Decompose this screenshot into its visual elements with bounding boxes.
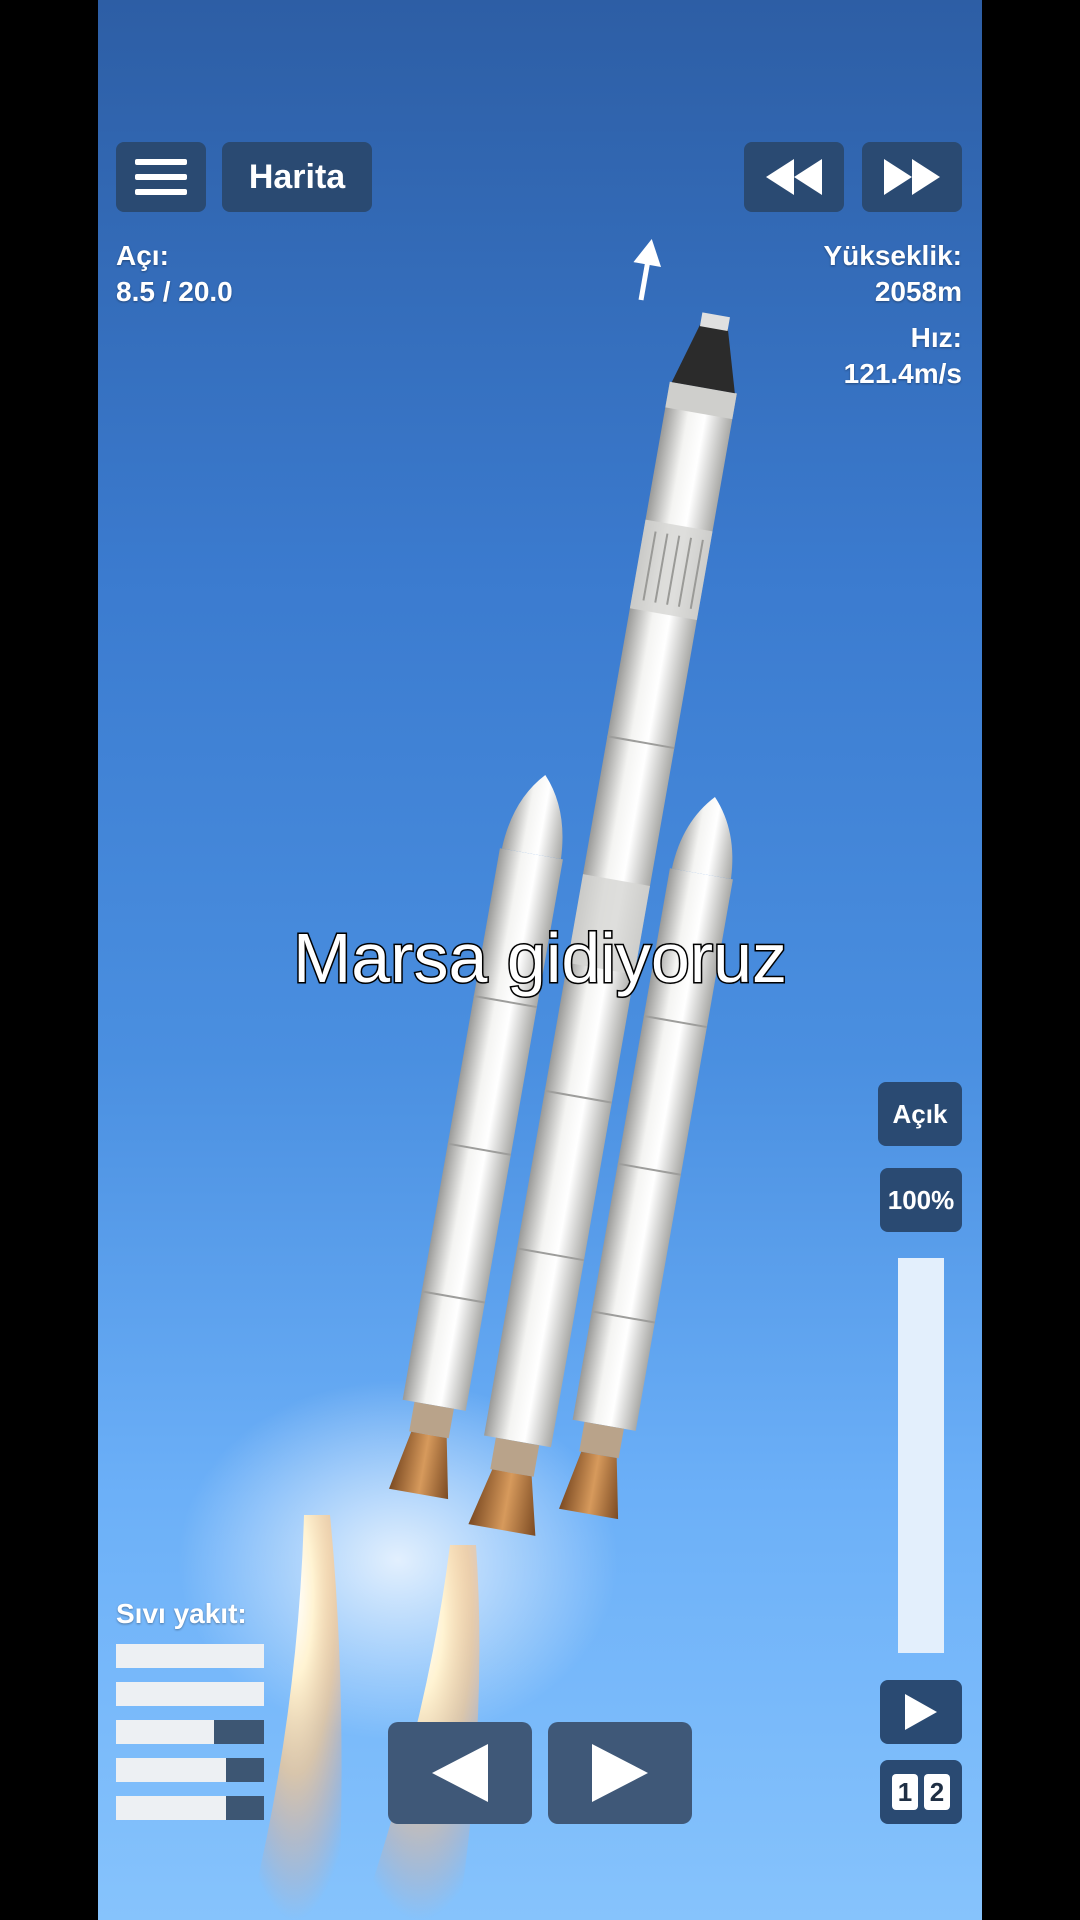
fuel-tank-bar: [116, 1682, 264, 1706]
stage-number-2: 2: [924, 1774, 950, 1810]
time-slow-button[interactable]: [744, 142, 844, 212]
rotate-right-button[interactable]: [548, 1722, 692, 1824]
heading-arrow: [633, 238, 662, 301]
fuel-tank-fill: [225, 1796, 264, 1820]
time-fast-button[interactable]: [862, 142, 962, 212]
fast-forward-icon: [884, 159, 940, 195]
altitude-label: Yükseklik:: [823, 240, 962, 271]
game-viewport: Harita Açı: 8.5 / 20.0 Yükseklik: 2058m …: [98, 0, 982, 1920]
fuel-tank-fill: [225, 1758, 264, 1782]
triangle-left-icon: [432, 1744, 488, 1802]
stage-number-1: 1: [892, 1774, 918, 1810]
speed-value: 121.4m/s: [843, 358, 962, 389]
fuel-tank-bar: [116, 1758, 264, 1782]
rotate-left-button[interactable]: [388, 1722, 532, 1824]
map-button[interactable]: Harita: [222, 142, 372, 212]
fuel-tank-bar: [116, 1796, 264, 1820]
throttle-percent-label: 100%: [887, 1184, 955, 1215]
video-caption: Marsa gidiyoruz: [291, 918, 788, 999]
angle-readout: Açı: 8.5 / 20.0: [116, 238, 233, 310]
rewind-icon: [766, 159, 822, 195]
throttle-percent-button[interactable]: 100%: [880, 1168, 962, 1232]
speed-label: Hız:: [910, 322, 962, 353]
hamburger-icon: [135, 159, 187, 195]
stage-button[interactable]: [880, 1680, 962, 1744]
fuel-tank-bar: [116, 1644, 264, 1668]
fuel-label: Sıvı yakıt:: [116, 1598, 247, 1629]
stage-selector[interactable]: 1 2: [880, 1760, 962, 1824]
menu-button[interactable]: [116, 142, 206, 212]
map-button-label: Harita: [248, 157, 346, 196]
play-icon: [905, 1694, 937, 1730]
angle-value: 8.5 / 20.0: [116, 276, 233, 307]
engine-toggle-label: Açık: [892, 1098, 948, 1129]
throttle-slider-fill: [898, 1258, 944, 1653]
altitude-value: 2058m: [874, 276, 962, 307]
triangle-right-icon: [592, 1744, 648, 1802]
throttle-slider[interactable]: [898, 1258, 944, 1653]
altitude-readout: Yükseklik: 2058m: [823, 238, 962, 310]
fuel-tank-fill: [213, 1720, 264, 1744]
fuel-tank-bar: [116, 1720, 264, 1744]
speed-readout: Hız: 121.4m/s: [844, 320, 962, 392]
engine-toggle-button[interactable]: Açık: [878, 1082, 962, 1146]
angle-label: Açı:: [116, 240, 169, 271]
